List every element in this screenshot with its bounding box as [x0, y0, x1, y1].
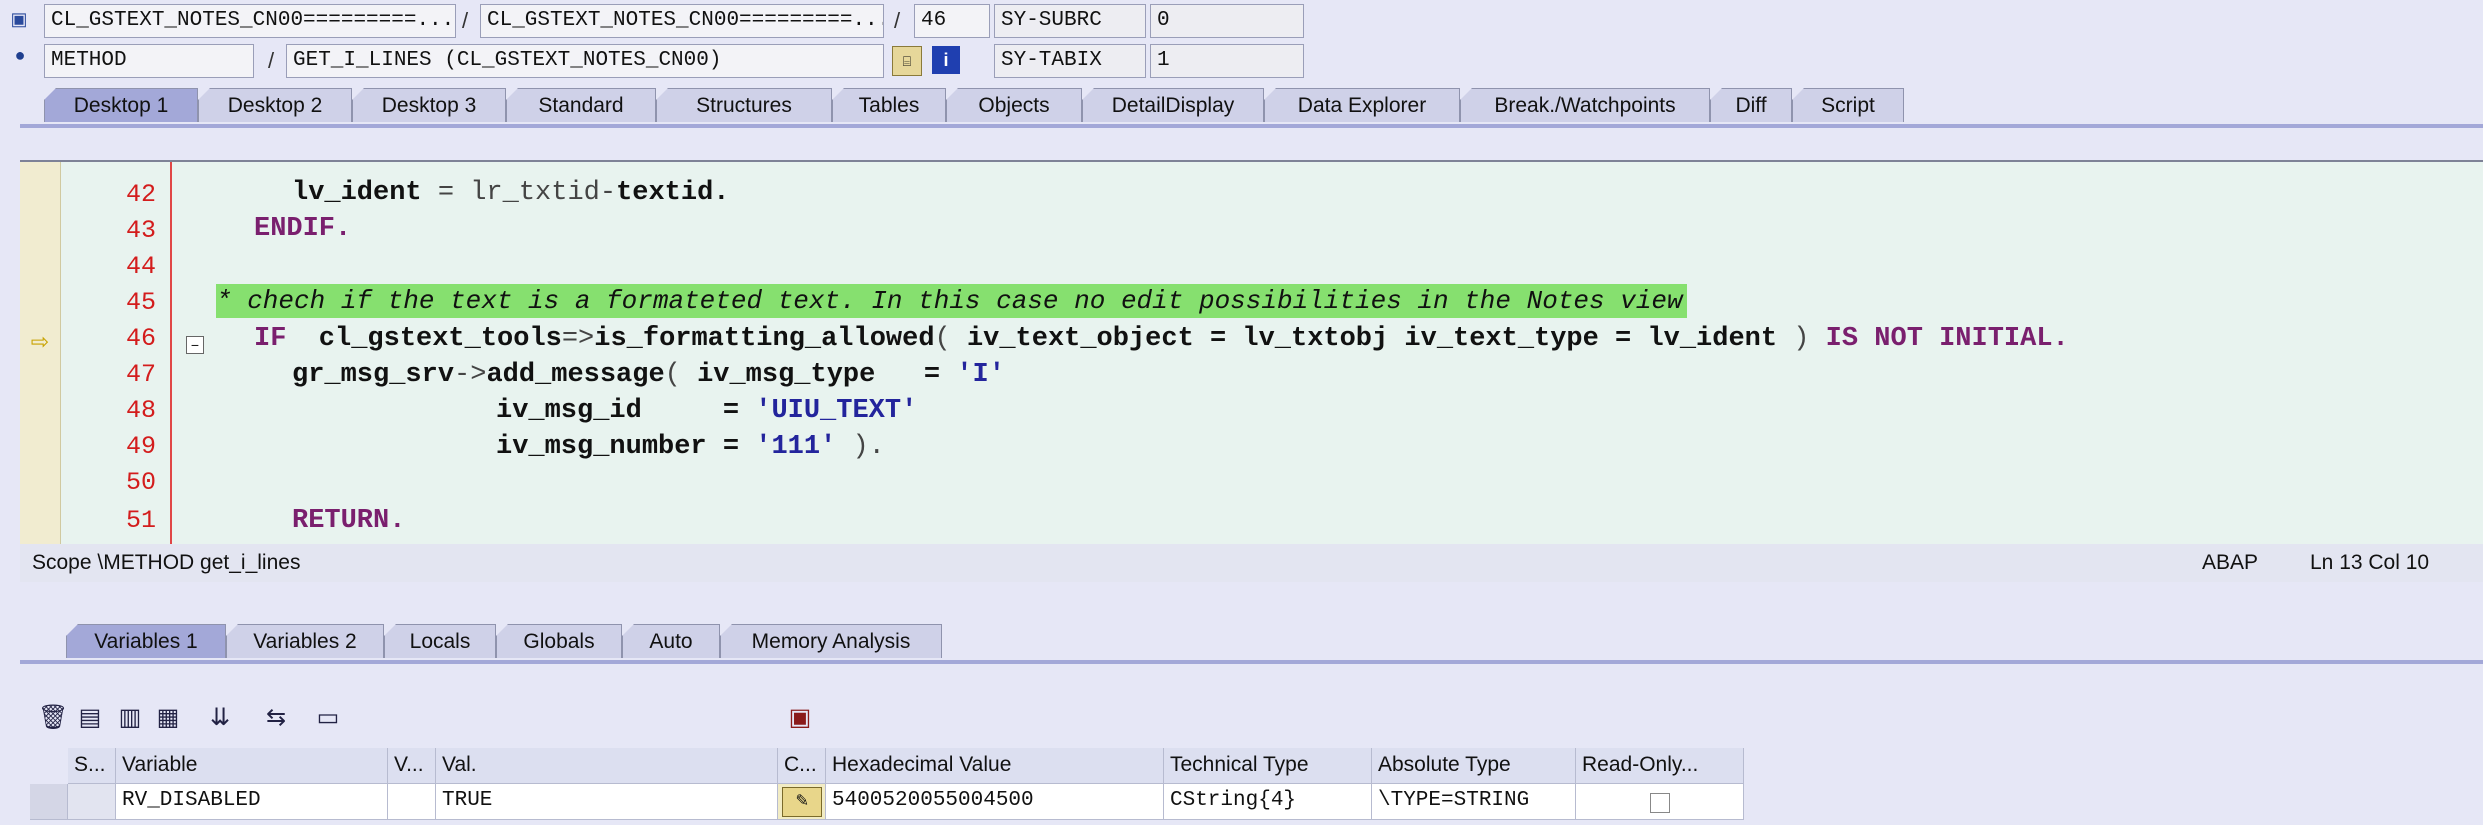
absolute-type-cell: \TYPE=STRING [1372, 784, 1576, 820]
tab-underline [20, 124, 2483, 128]
save-icon[interactable]: ▣ [786, 704, 814, 732]
language-text: ABAP [2202, 551, 2259, 574]
source-code-editor[interactable]: ⇨ − 42 43 44 45 46 47 48 49 50 51 lv_ide… [20, 160, 2483, 544]
event-field[interactable]: GET_I_LINES (CL_GSTEXT_NOTES_CN00) [286, 44, 884, 78]
line-number: 49 [125, 432, 156, 461]
tab-diff[interactable]: Diff [1710, 88, 1792, 122]
folder-icon[interactable]: ▭ [314, 704, 342, 732]
line-number: 45 [125, 288, 156, 317]
variable-name-cell[interactable]: RV_DISABLED [116, 784, 388, 820]
col-header-status[interactable]: S... [68, 748, 116, 784]
line-number: 44 [125, 252, 156, 281]
filter-icon[interactable]: ⇊ [206, 704, 234, 732]
code-line-46: IF cl_gstext_tools=>is_formatting_allowe… [254, 324, 2069, 354]
tab-globals[interactable]: Globals [496, 624, 622, 658]
code-line-49: iv_msg_number = '111' ). [496, 432, 885, 462]
code-line-47: gr_msg_srv->add_message( iv_msg_type = '… [292, 360, 1005, 390]
col-header-variable[interactable]: Variable [116, 748, 388, 784]
row-status-cell [68, 784, 116, 820]
sort-icon[interactable]: ⇆ [262, 704, 290, 732]
line-number: 50 [125, 468, 156, 497]
hex-value-cell[interactable]: 5400520055004500 [826, 784, 1164, 820]
arrow-indicator-icon: ⇨ [30, 329, 50, 354]
tab-detaildisplay[interactable]: DetailDisplay [1082, 88, 1264, 122]
separator: / [462, 8, 469, 33]
tab-standard[interactable]: Standard [506, 88, 656, 122]
code-comment-line-45: * chech if the text is a formateted text… [216, 284, 1687, 318]
cursor-position-text: Ln 13 Col 10 [2310, 551, 2430, 574]
tab-desktop-2[interactable]: Desktop 2 [198, 88, 352, 122]
separator: / [268, 48, 275, 73]
info-icon[interactable]: i [932, 46, 960, 74]
sy-tabix-label: SY-TABIX [994, 44, 1146, 78]
line-number: 43 [125, 216, 156, 245]
scope-text: Scope \METHOD get_i_lines [32, 551, 301, 574]
line-number: 46 [125, 324, 156, 353]
tab-desktop-3[interactable]: Desktop 3 [352, 88, 506, 122]
sy-subrc-label: SY-SUBRC [994, 4, 1146, 38]
detail-icon[interactable]: ▤ [76, 704, 104, 732]
separator: / [894, 8, 901, 33]
bottom-tab-underline [20, 660, 2483, 664]
col-header-c[interactable]: C... [778, 748, 826, 784]
tab-locals[interactable]: Locals [384, 624, 496, 658]
col-header-read-only[interactable]: Read-Only... [1576, 748, 1744, 784]
tab-variables-2[interactable]: Variables 2 [226, 624, 384, 658]
event-type-field[interactable]: METHOD [44, 44, 254, 78]
tab-script[interactable]: Script [1792, 88, 1904, 122]
tab-variables-1[interactable]: Variables 1 [66, 624, 226, 658]
col-header-technical-type[interactable]: Technical Type [1164, 748, 1372, 784]
code-line-42: lv_ident = lr_txtid-textid. [292, 178, 730, 208]
code-line-43: ENDIF. [254, 214, 352, 244]
read-only-cell [1576, 784, 1744, 820]
edit-cell[interactable]: ✎ [778, 784, 826, 820]
tab-auto[interactable]: Auto [622, 624, 720, 658]
technical-type-cell: CString{4} [1164, 784, 1372, 820]
collapse-icon[interactable]: − [186, 336, 204, 354]
read-only-checkbox[interactable] [1650, 793, 1670, 813]
line-number: 51 [125, 506, 156, 535]
col-header-hex[interactable]: Hexadecimal Value [826, 748, 1164, 784]
trash-icon[interactable]: 🗑 [38, 704, 68, 732]
code-line-51: RETURN. [292, 506, 406, 536]
tab-tables[interactable]: Tables [832, 88, 946, 122]
program-icon[interactable]: ⌸ [892, 46, 922, 76]
value-cell[interactable]: TRUE [436, 784, 778, 820]
code-line-48: iv_msg_id = 'UIU_TEXT' [496, 396, 918, 426]
program-field[interactable]: CL_GSTEXT_NOTES_CN00=========... [44, 4, 456, 38]
main-tab-bar: Desktop 1 Desktop 2 Desktop 3 Standard S… [0, 88, 2483, 124]
tab-objects[interactable]: Objects [946, 88, 1082, 122]
col-header-v[interactable]: V... [388, 748, 436, 784]
sy-tabix-value: 1 [1150, 44, 1304, 78]
variables-tab-bar: Variables 1 Variables 2 Locals Globals A… [0, 624, 2483, 660]
line-number-separator [170, 162, 172, 544]
tab-breakpoints[interactable]: Break./Watchpoints [1460, 88, 1710, 122]
line-number: 42 [125, 180, 156, 209]
line-number: 47 [125, 360, 156, 389]
line-number: 48 [125, 396, 156, 425]
row-selector[interactable] [30, 784, 68, 820]
method-icon: ● [14, 44, 26, 65]
v-cell [388, 784, 436, 820]
edit-pencil-icon[interactable]: ✎ [782, 787, 822, 817]
detail-alt-icon[interactable]: ▥ [116, 704, 144, 732]
save-list-icon[interactable]: ▦ [154, 704, 182, 732]
col-header-value[interactable]: Val. [436, 748, 778, 784]
tab-data-explorer[interactable]: Data Explorer [1264, 88, 1460, 122]
editor-status-bar: Scope \METHOD get_i_lines ABAP Ln 13 Col… [20, 544, 2483, 582]
include-field[interactable]: CL_GSTEXT_NOTES_CN00=========... [480, 4, 884, 38]
tab-memory-analysis[interactable]: Memory Analysis [720, 624, 942, 658]
tab-structures[interactable]: Structures [656, 88, 832, 122]
sy-subrc-value: 0 [1150, 4, 1304, 38]
col-header-absolute-type[interactable]: Absolute Type [1372, 748, 1576, 784]
tab-desktop-1[interactable]: Desktop 1 [44, 88, 198, 122]
monitor-icon: ▣ [10, 8, 28, 29]
line-field[interactable]: 46 [914, 4, 990, 38]
